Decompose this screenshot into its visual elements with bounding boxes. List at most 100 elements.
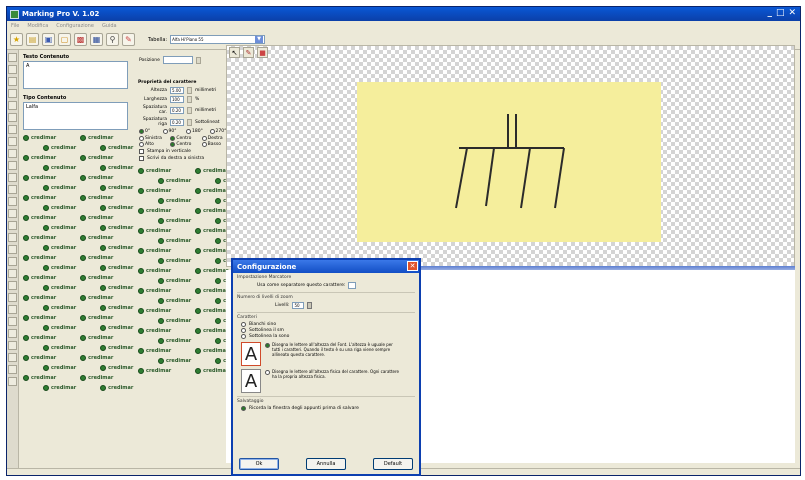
align-option[interactable]: Centro (170, 142, 200, 147)
rail-button[interactable] (8, 209, 17, 218)
char-option[interactable]: Sottolinea il sm (241, 328, 415, 333)
credimar-logo: credimar (100, 284, 133, 292)
separator-input[interactable] (348, 282, 357, 289)
vertical-check-row[interactable]: Stampa in verticale (139, 149, 232, 154)
zoom-levels-spin[interactable] (307, 302, 313, 309)
rail-button[interactable] (8, 221, 17, 230)
close-icon[interactable]: ✕ (788, 8, 796, 18)
prop-spin[interactable] (187, 87, 192, 94)
rail-button[interactable] (8, 161, 17, 170)
rtl-check-row[interactable]: Scrivi da destra a sinistra (139, 156, 232, 161)
rail-button[interactable] (8, 341, 17, 350)
credimar-logo: credimar (43, 244, 76, 252)
pointer-icon[interactable]: ↖ (229, 47, 240, 58)
cancel-button[interactable]: Annulla (306, 458, 346, 470)
menu-configurazione[interactable]: Configurazione (56, 23, 94, 29)
credimar-logo: credimar (100, 364, 133, 372)
rotation-option[interactable]: 90° (162, 129, 186, 134)
zoom-icon[interactable]: ⚲ (106, 33, 119, 46)
ok-button[interactable]: Ok (239, 458, 279, 470)
menu-modifica[interactable]: Modifica (27, 23, 48, 29)
position-input[interactable] (162, 56, 193, 64)
rail-button[interactable] (8, 257, 17, 266)
align-option[interactable]: Alto (139, 142, 169, 147)
align-option[interactable]: Sinistra (139, 136, 169, 141)
char-option[interactable]: Bianchi sino (241, 322, 415, 327)
prop-input[interactable]: 100 (170, 96, 184, 103)
logo-text: credimar (88, 195, 114, 201)
rail-button[interactable] (8, 305, 17, 314)
rail-button[interactable] (8, 233, 17, 242)
prop-spin[interactable] (187, 118, 192, 126)
rotation-option[interactable]: 0° (139, 129, 162, 134)
prop-input[interactable]: 0.20 (170, 106, 184, 114)
type-listbox[interactable]: Lalfa (23, 102, 128, 130)
prop-unit: millimetri (195, 107, 217, 113)
default-button[interactable]: Default (373, 458, 413, 470)
logo-text: credimar (51, 345, 77, 351)
rotation-option[interactable]: 180° (186, 129, 209, 134)
menu-guida[interactable]: Guida (102, 23, 117, 29)
template-select[interactable]: Alfa Hi'Piano 55 ▼ (170, 35, 266, 44)
gear-icon (100, 305, 107, 311)
char-mode-physical[interactable]: A Disegna le lettere all'altezza fisica … (241, 369, 415, 393)
rail-button[interactable] (8, 77, 17, 86)
rail-button[interactable] (8, 65, 17, 74)
copy-icon[interactable]: ▦ (90, 33, 103, 46)
logo-text: credimar (88, 135, 114, 141)
chevron-down-icon[interactable]: ▼ (255, 36, 264, 43)
preview-icon[interactable]: ▩ (74, 33, 87, 46)
stamp-icon[interactable]: ■ (257, 47, 268, 58)
menu-file[interactable]: File (11, 23, 19, 29)
open-folder-icon[interactable]: ▤ (26, 33, 39, 46)
rail-button[interactable] (8, 329, 17, 338)
rail-button[interactable] (8, 89, 17, 98)
prop-input[interactable]: 5.00 (170, 87, 184, 94)
save-icon[interactable]: ▣ (42, 33, 55, 46)
rail-button[interactable] (8, 353, 17, 362)
rail-button[interactable] (8, 269, 17, 278)
gear-icon (23, 155, 29, 161)
marker-icon[interactable]: ✎ (122, 33, 135, 46)
close-icon[interactable]: ✕ (407, 261, 418, 271)
rail-button[interactable] (8, 113, 17, 122)
prop-input[interactable]: 0.20 (170, 118, 184, 126)
prop-spin[interactable] (187, 96, 192, 103)
save-option[interactable]: Ricorda la finestra degli appunti prima … (241, 406, 415, 411)
rail-button[interactable] (8, 365, 17, 374)
rail-button[interactable] (8, 53, 17, 62)
label-preview[interactable] (357, 82, 661, 242)
rail-button[interactable] (8, 281, 17, 290)
minimize-icon[interactable]: _ (767, 8, 772, 18)
align-option[interactable]: Centro (170, 136, 200, 141)
logo-text: credimar (88, 275, 114, 281)
zoom-levels-input[interactable]: 50 (292, 302, 305, 309)
gear-icon (195, 348, 202, 354)
font-height-text: Disegna le lettere all'altezza del Font.… (272, 342, 393, 357)
rail-button[interactable] (8, 293, 17, 302)
credimar-logo: credimar (43, 224, 76, 232)
rail-button[interactable] (8, 137, 17, 146)
rail-button[interactable] (8, 245, 17, 254)
maximize-icon[interactable]: □ (776, 8, 785, 18)
position-spin[interactable] (195, 56, 201, 64)
items-listbox[interactable]: A (23, 61, 128, 89)
print-icon[interactable]: ▢ (58, 33, 71, 46)
char-option[interactable]: Sottolinea la sono (241, 334, 415, 339)
prop-spin[interactable] (187, 106, 192, 114)
rail-button[interactable] (8, 101, 17, 110)
rail-button[interactable] (8, 125, 17, 134)
rail-button[interactable] (8, 377, 17, 386)
logo-text: credimar (108, 345, 134, 351)
rail-button[interactable] (8, 197, 17, 206)
left-panel: Testo Contenuto A Tipo Contenuto Lalfa c… (20, 52, 135, 470)
new-file-icon[interactable]: ★ (10, 33, 23, 46)
gear-icon (100, 385, 107, 391)
pencil-icon[interactable]: ✎ (243, 47, 254, 58)
rail-button[interactable] (8, 173, 17, 182)
rail-button[interactable] (8, 149, 17, 158)
gear-icon (215, 218, 222, 224)
rail-button[interactable] (8, 185, 17, 194)
char-mode-font[interactable]: A Disegna le lettere all'altezza del Fon… (241, 342, 415, 366)
rail-button[interactable] (8, 317, 17, 326)
